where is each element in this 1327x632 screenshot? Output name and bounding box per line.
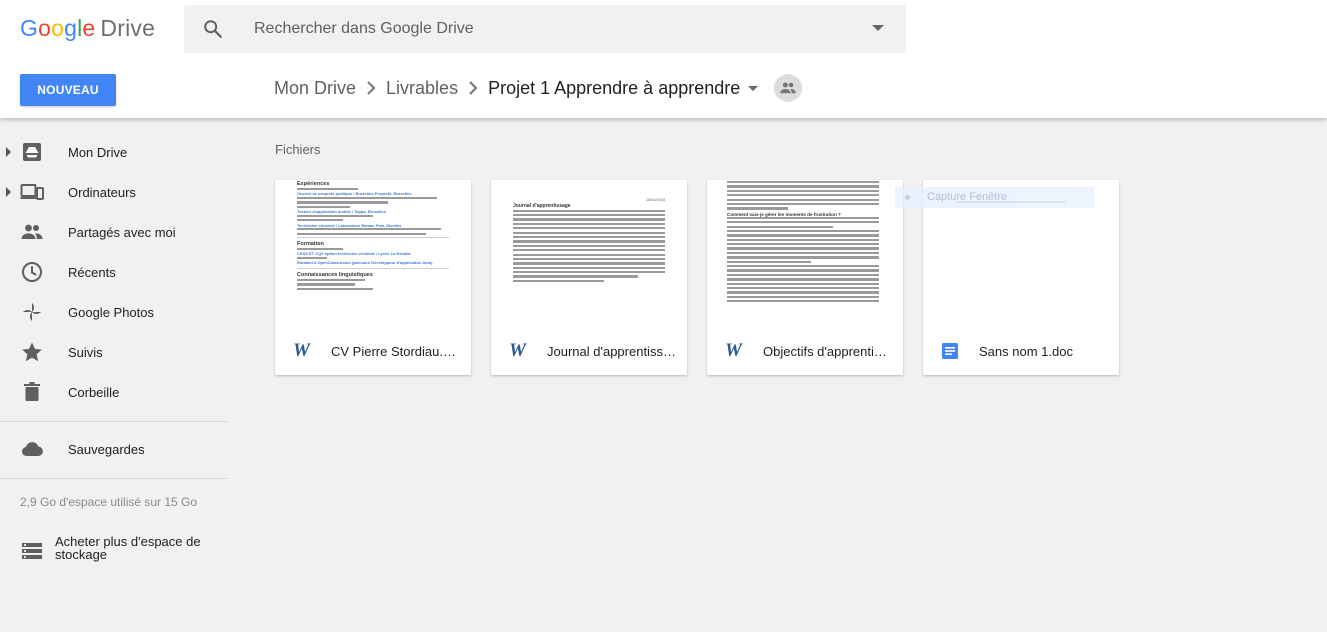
breadcrumb: Mon Drive Livrables Projet 1 Apprendre à… [274,72,803,104]
sidebar-item-shared-with-me[interactable]: Partagés avec moi [0,212,232,252]
storage-usage-text: 2,9 Go d'espace utilisé sur 15 Go [20,495,198,509]
sidebar: Mon Drive Ordinateurs Partagés avec moi … [0,118,232,632]
file-card[interactable]: Sans nom 1.doc [923,180,1119,375]
trash-icon [24,382,40,401]
sidebar-item-backups[interactable]: Sauvegardes [0,429,232,469]
file-thumbnail: Comment vais-je gérer les moments de fru… [707,180,903,327]
file-card[interactable]: Expériences Ouvrier de propreté publique… [275,180,471,375]
breadcrumb-current-folder[interactable]: Projet 1 Apprendre à apprendre [488,78,740,99]
file-card-footer: W CV Pierre Stordiau.docx [275,327,471,375]
search-icon[interactable] [202,18,224,40]
chevron-right-icon [458,72,488,104]
pinwheel-icon [23,303,41,321]
search-input[interactable] [254,5,854,53]
breadcrumb-livrables[interactable]: Livrables [386,78,458,99]
search-bar[interactable] [184,5,906,53]
word-document-icon: W [293,340,310,361]
file-card-footer: Sans nom 1.doc [923,327,1119,375]
drive-icon [23,143,41,161]
computers-icon [20,184,44,200]
file-name: CV Pierre Stordiau.docx [331,344,461,359]
sidebar-divider [0,421,228,422]
google-doc-icon [942,343,958,359]
file-card-footer: W Journal d'apprentissage.docx [491,327,687,375]
sidebar-item-google-photos[interactable]: Google Photos [0,292,232,332]
word-document-icon: W [509,340,526,361]
sidebar-item-trash[interactable]: Corbeille [0,372,232,412]
file-name: Sans nom 1.doc [979,344,1073,359]
file-name: Objectifs d'apprentissage.docx [763,344,893,359]
sidebar-item-computers[interactable]: Ordinateurs [0,172,232,212]
shared-people-icon[interactable] [774,74,803,102]
storage-icon [22,543,42,559]
expand-arrow-icon[interactable] [6,187,11,197]
clock-icon [22,262,42,282]
file-card[interactable]: 18/03/2018 Journal d'apprentissage W Jou… [491,180,687,375]
search-options-dropdown-icon[interactable] [872,25,884,31]
chevron-right-icon [356,72,386,104]
file-thumbnail: 18/03/2018 Journal d'apprentissage [491,180,687,327]
folder-menu-dropdown-icon[interactable] [748,85,759,91]
file-card[interactable]: Comment vais-je gérer les moments de fru… [707,180,903,375]
buy-storage-link[interactable]: Acheter plus d'espace de stockage [20,534,225,568]
sidebar-item-starred[interactable]: Suivis [0,332,232,372]
capture-dot-icon [905,195,910,200]
star-icon [22,342,42,362]
file-card-footer: W Objectifs d'apprentissage.docx [707,327,903,375]
expand-arrow-icon[interactable] [6,147,11,157]
breadcrumb-my-drive[interactable]: Mon Drive [274,78,356,99]
sidebar-item-my-drive[interactable]: Mon Drive [0,132,232,172]
sidebar-divider [0,478,228,479]
people-icon [21,224,43,239]
cloud-icon [21,442,43,457]
sidebar-item-recent[interactable]: Récents [0,252,232,292]
google-drive-logo[interactable]: Google Drive [20,15,155,42]
product-name: Drive [100,15,156,41]
file-name: Journal d'apprentissage.docx [547,344,677,359]
new-button[interactable]: NOUVEAU [20,74,116,106]
word-document-icon: W [725,340,742,361]
files-section-title: Fichiers [275,142,321,157]
capture-window-overlay: Capture Fenêtre [895,187,1094,208]
file-thumbnail: Expériences Ouvrier de propreté publique… [275,180,471,327]
top-bar: GoogleDrive NOUVEAU Mon Drive Livrables … [0,0,1327,118]
